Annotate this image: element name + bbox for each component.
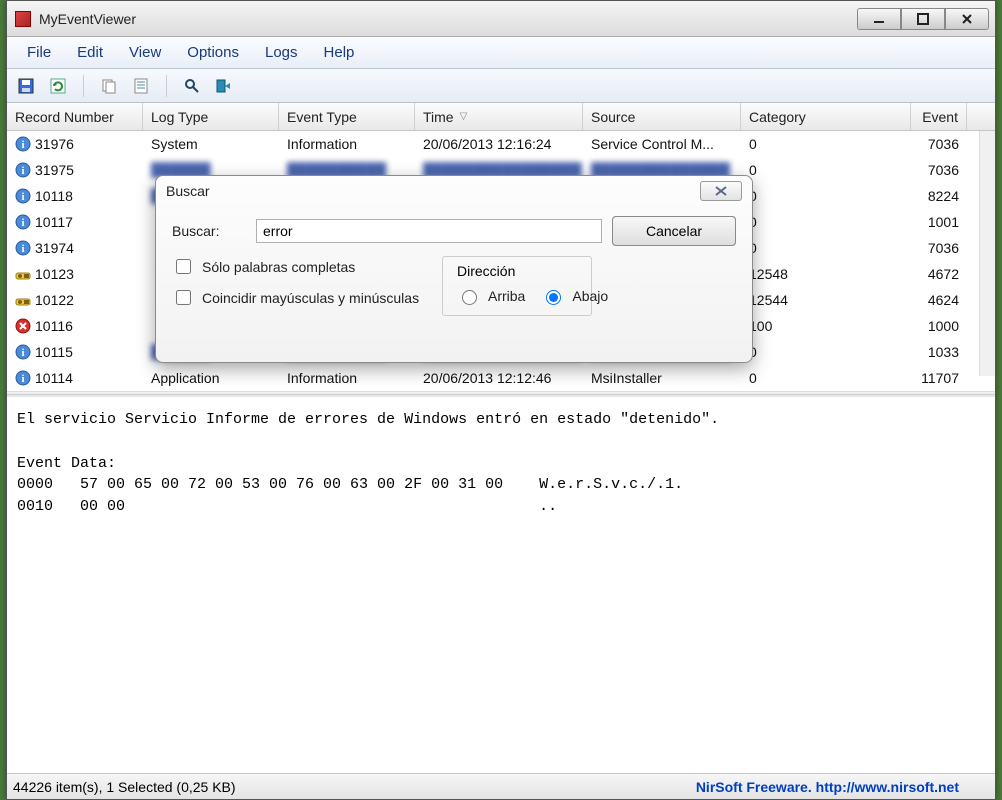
direction-group: Dirección Arriba Abajo [442,256,592,316]
info-icon: i [15,344,31,360]
col-eventid[interactable]: Event [911,103,967,130]
find-dialog[interactable]: Buscar Buscar: Buscar siguiente Sólo pal… [155,175,753,363]
refresh-icon[interactable] [47,75,69,97]
exit-icon[interactable] [213,75,235,97]
find-input[interactable] [256,219,602,243]
menubar: File Edit View Options Logs Help [7,37,995,69]
status-right: NirSoft Freeware. http://www.nirsoft.net [696,779,989,795]
scroll-right-icon[interactable]: ► [979,393,995,396]
status-left: 44226 item(s), 1 Selected (0,25 KB) [13,779,696,795]
svg-text:i: i [21,165,24,177]
scroll-thumb[interactable] [25,394,445,395]
details-pane[interactable]: El servicio Servicio Informe de errores … [7,395,995,773]
svg-text:i: i [21,373,24,385]
minimize-button[interactable] [857,8,901,30]
sort-indicator-icon: ▽ [460,111,468,122]
horizontal-scrollbar[interactable]: ◄ ► [7,391,995,395]
svg-text:i: i [21,243,24,255]
direction-up-radio[interactable]: Arriba [457,287,525,305]
app-window: MyEventViewer File Edit View Options Log… [6,0,996,800]
info-icon: i [15,162,31,178]
warn-icon [15,292,31,308]
dialog-titlebar[interactable]: Buscar [156,176,752,206]
properties-icon[interactable] [130,75,152,97]
direction-down-radio[interactable]: Abajo [541,287,608,305]
statusbar: 44226 item(s), 1 Selected (0,25 KB) NirS… [7,773,995,799]
info-icon: i [15,188,31,204]
find-label: Buscar: [172,223,246,239]
nirsoft-link[interactable]: http://www.nirsoft.net [816,779,959,795]
table-row[interactable]: i10114ApplicationInformation20/06/2013 1… [7,365,995,391]
scroll-left-icon[interactable]: ◄ [7,393,23,396]
svg-text:i: i [21,347,24,359]
menu-edit[interactable]: Edit [65,38,115,67]
info-icon: i [15,240,31,256]
col-time[interactable]: Time▽ [415,103,583,130]
list-header: Record Number Log Type Event Type Time▽ … [7,103,995,131]
menu-view[interactable]: View [117,38,173,67]
info-icon: i [15,136,31,152]
warn-icon [15,266,31,282]
toolbar [7,69,995,103]
info-icon: i [15,370,31,386]
table-row[interactable]: i31976SystemInformation20/06/2013 12:16:… [7,131,995,157]
find-icon[interactable] [181,75,203,97]
svg-text:i: i [21,139,24,151]
maximize-button[interactable] [901,8,945,30]
svg-text:i: i [21,217,24,229]
menu-options[interactable]: Options [175,38,251,67]
err-icon [15,318,31,334]
dialog-title: Buscar [166,183,210,199]
col-logtype[interactable]: Log Type [143,103,279,130]
col-source[interactable]: Source [583,103,741,130]
save-icon[interactable] [15,75,37,97]
col-record[interactable]: Record Number [7,103,143,130]
dialog-close-button[interactable] [700,181,742,201]
menu-file[interactable]: File [15,38,63,67]
direction-label: Dirección [457,263,577,279]
copy-icon[interactable] [98,75,120,97]
match-case-checkbox[interactable]: Coincidir mayúsculas y minúsculas [172,287,422,308]
col-category[interactable]: Category [741,103,911,130]
svg-text:i: i [21,191,24,203]
vertical-scrollbar[interactable] [979,131,995,376]
menu-logs[interactable]: Logs [253,38,310,67]
whole-word-checkbox[interactable]: Sólo palabras completas [172,256,422,277]
cancel-button[interactable]: Cancelar [612,216,736,246]
app-icon [15,11,31,27]
window-title: MyEventViewer [39,11,857,27]
close-button[interactable] [945,8,989,30]
menu-help[interactable]: Help [312,38,367,67]
col-eventtype[interactable]: Event Type [279,103,415,130]
info-icon: i [15,214,31,230]
titlebar[interactable]: MyEventViewer [7,1,995,37]
